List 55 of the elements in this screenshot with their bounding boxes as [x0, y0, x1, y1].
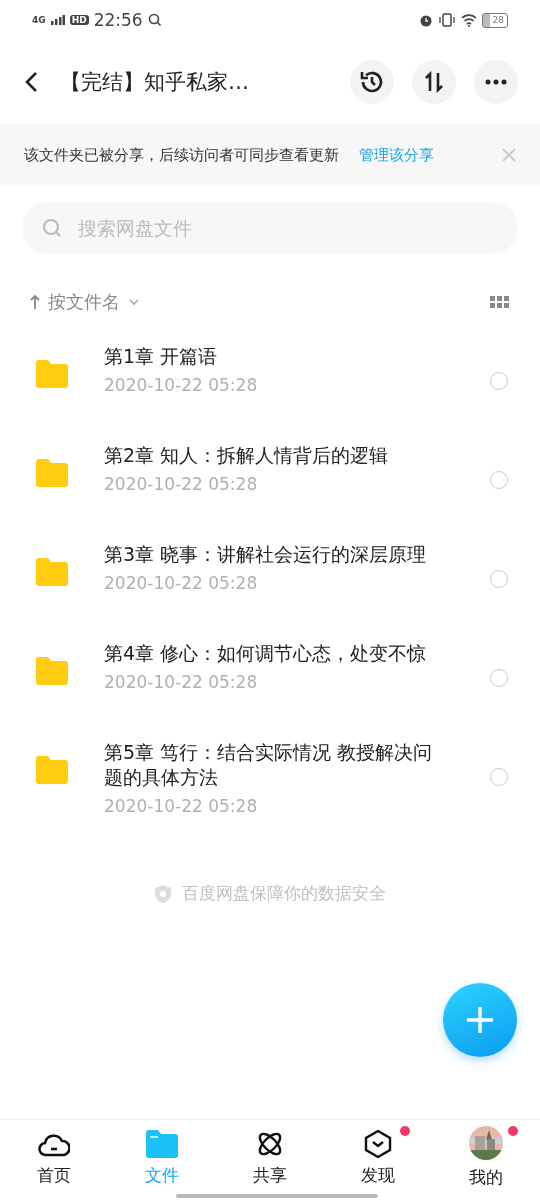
- transfer-button[interactable]: [412, 60, 456, 104]
- signal-icon: [50, 15, 65, 25]
- hd-label: HD: [69, 15, 89, 25]
- vibrate-icon: [437, 13, 456, 27]
- network-label: 4G: [32, 15, 46, 25]
- close-icon[interactable]: [502, 148, 516, 162]
- file-row[interactable]: 第1章 开篇语 2020-10-22 05:28: [0, 322, 540, 421]
- file-row[interactable]: 第4章 修心：如何调节心态，处变不惊 2020-10-22 05:28: [0, 619, 540, 718]
- chevron-down-icon[interactable]: [128, 298, 140, 306]
- up-arrow-icon: [30, 294, 40, 310]
- sort-selector[interactable]: 按文件名: [48, 290, 120, 314]
- atom-icon: [256, 1130, 284, 1158]
- wifi-icon: [460, 13, 477, 27]
- more-button[interactable]: [474, 60, 518, 104]
- file-row[interactable]: 第3章 晓事：讲解社会运行的深层原理 2020-10-22 05:28: [0, 520, 540, 619]
- file-date: 2020-10-22 05:28: [104, 375, 259, 395]
- nav-tab[interactable]: 共享: [216, 1120, 324, 1200]
- file-row[interactable]: 第5章 笃行：结合实际情况 教授解决问题的具体方法 2020-10-22 05:28: [0, 718, 540, 842]
- folder-icon: [36, 459, 68, 487]
- hexagon-icon: [364, 1130, 392, 1158]
- file-date: 2020-10-22 05:28: [104, 796, 259, 816]
- file-row[interactable]: 第2章 知人：拆解人情背后的逻辑 2020-10-22 05:28: [0, 421, 540, 520]
- file-date: 2020-10-22 05:28: [104, 474, 259, 494]
- security-notice: 百度网盘保障你的数据安全: [182, 882, 386, 905]
- file-name: 第4章 修心：如何调节心态，处变不惊: [104, 641, 428, 666]
- folder-icon: [36, 360, 68, 388]
- plus-icon: [466, 1006, 494, 1034]
- more-icon: [485, 79, 507, 85]
- clock-time: 22:56: [93, 10, 143, 30]
- nav-tab[interactable]: 首页: [0, 1120, 108, 1200]
- folder-icon: [36, 558, 68, 586]
- battery-level: 28: [481, 12, 508, 28]
- search-field[interactable]: 搜索网盘文件: [22, 202, 518, 254]
- add-button[interactable]: [443, 983, 517, 1057]
- file-name: 第1章 开篇语: [104, 344, 219, 369]
- folder-icon: [146, 1130, 178, 1158]
- file-date: 2020-10-22 05:28: [104, 672, 259, 692]
- search-icon: [147, 13, 162, 27]
- file-name: 第3章 晓事：讲解社会运行的深层原理: [104, 542, 428, 567]
- history-button[interactable]: [350, 60, 394, 104]
- alarm-icon: [418, 13, 433, 27]
- grid-view-icon[interactable]: [490, 296, 510, 308]
- file-date: 2020-10-22 05:28: [104, 573, 259, 593]
- file-name: 第2章 知人：拆解人情背后的逻辑: [104, 443, 390, 468]
- shield-icon: [154, 883, 172, 904]
- back-icon[interactable]: [24, 71, 38, 93]
- up-down-arrows-icon: [423, 71, 445, 93]
- folder-title: 【完结】知乎私家…: [60, 69, 250, 96]
- search-icon: [42, 218, 62, 238]
- folder-icon: [36, 657, 68, 685]
- file-name: 第5章 笃行：结合实际情况 教授解决问题的具体方法: [104, 740, 434, 790]
- folder-icon: [36, 756, 68, 784]
- history-icon: [359, 69, 385, 95]
- nav-tab[interactable]: 我的: [432, 1120, 540, 1200]
- share-notice: 该文件夹已被分享，后续访问者可同步查看更新: [24, 145, 339, 165]
